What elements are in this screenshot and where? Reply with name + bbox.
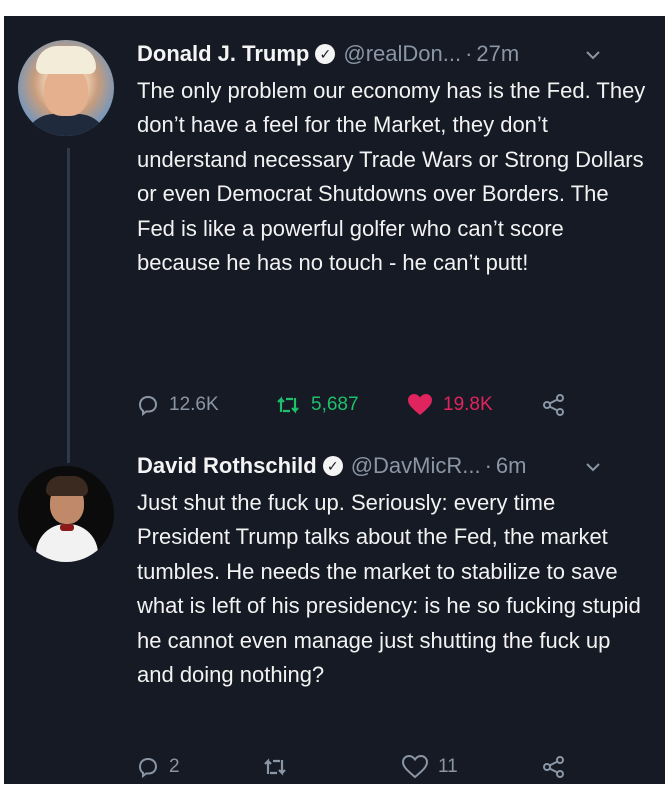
- separator: ·: [484, 453, 492, 478]
- reply-button[interactable]: 12.6K: [137, 390, 219, 420]
- author-name[interactable]: Donald J. Trump: [137, 41, 309, 67]
- share-icon: [543, 756, 564, 778]
- share-button[interactable]: [542, 390, 566, 420]
- retweet-icon: [277, 396, 299, 414]
- chevron-down-icon[interactable]: [584, 458, 602, 476]
- retweet-icon: [264, 758, 286, 776]
- timestamp[interactable]: 6m: [496, 453, 527, 479]
- tweet-thread: Donald J. Trump ✓ @realDon... · 27m The …: [4, 16, 665, 784]
- reply-count: 12.6K: [169, 394, 219, 415]
- tweet-actions: 12.6K 5,687 19.8K: [137, 390, 637, 420]
- avatar[interactable]: [18, 466, 114, 562]
- thread-connector-line: [67, 148, 70, 463]
- like-icon: [402, 755, 428, 779]
- like-button[interactable]: 11: [402, 752, 458, 782]
- tweet-text: Just shut the fuck up. Seriously: every …: [137, 490, 641, 688]
- reply-icon: [138, 757, 158, 778]
- reply-count: 2: [169, 756, 180, 777]
- timestamp[interactable]: 27m: [476, 41, 519, 67]
- reply-icon: [138, 395, 158, 416]
- like-count: 11: [438, 756, 458, 777]
- verified-badge-icon: ✓: [322, 456, 343, 476]
- share-icon: [543, 394, 564, 416]
- tweet-header: David Rothschild ✓ @DavMicR... · 6m: [137, 446, 526, 486]
- author-name[interactable]: David Rothschild: [137, 453, 317, 479]
- retweet-button[interactable]: 5,687: [275, 390, 359, 420]
- like-icon: [408, 394, 432, 415]
- retweet-count: 5,687: [311, 394, 359, 415]
- retweet-button[interactable]: [262, 752, 288, 782]
- reply-button[interactable]: 2: [137, 752, 180, 782]
- chevron-down-icon[interactable]: [584, 46, 602, 64]
- verified-badge-icon: ✓: [315, 44, 336, 64]
- share-button[interactable]: [542, 752, 566, 782]
- avatar[interactable]: [18, 40, 114, 136]
- tweet-actions: 2 11: [137, 752, 637, 782]
- author-handle[interactable]: @DavMicR...: [351, 453, 481, 479]
- tweet-header: Donald J. Trump ✓ @realDon... · 27m: [137, 34, 519, 74]
- tweet-text: The only problem our economy has is the …: [137, 78, 646, 276]
- author-handle[interactable]: @realDon...: [343, 41, 461, 67]
- like-button[interactable]: 19.8K: [407, 390, 493, 420]
- separator: ·: [465, 41, 473, 66]
- like-count: 19.8K: [443, 394, 493, 415]
